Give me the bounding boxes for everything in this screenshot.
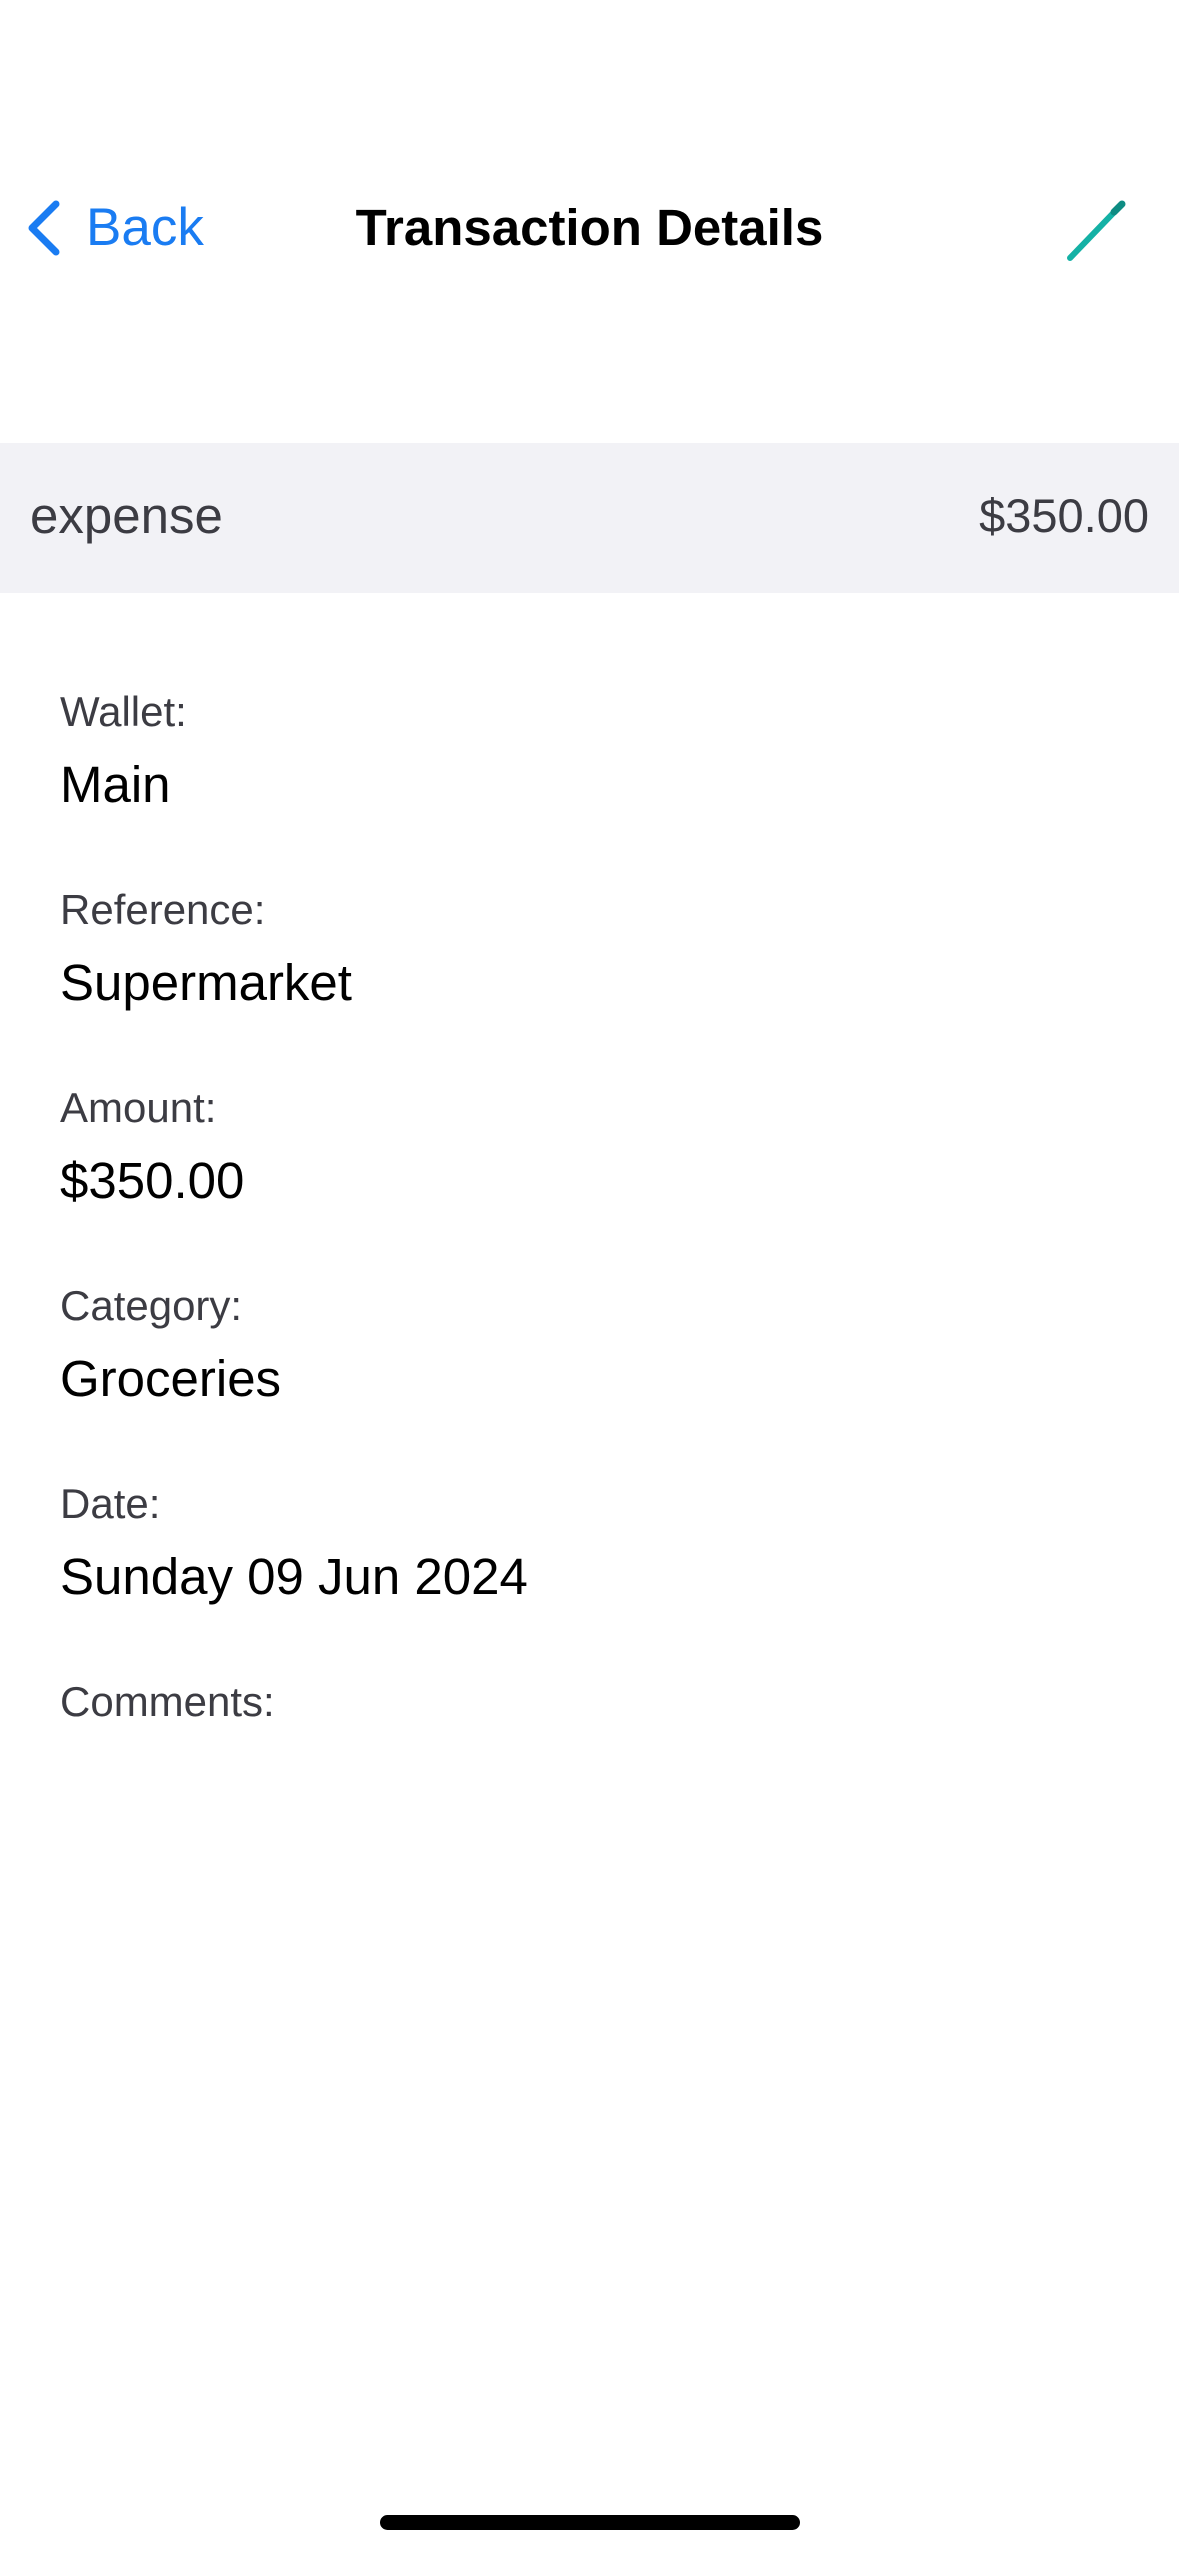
field-label: Category: — [60, 1282, 243, 1329]
amount-field: Amount: $350.00 — [60, 1078, 528, 1276]
transaction-details: Wallet: Main Reference: Supermarket Amou… — [60, 682, 528, 1870]
wallet-field: Wallet: Main — [60, 682, 528, 880]
comments-field: Comments: — [60, 1672, 528, 1870]
transaction-total: $350.00 — [979, 489, 1149, 542]
field-label: Reference: — [60, 886, 266, 933]
transaction-summary: expense $350.00 — [0, 443, 1179, 593]
pencil-icon — [1060, 200, 1132, 270]
field-label: Wallet: — [60, 688, 187, 735]
field-label: Date: — [60, 1480, 161, 1527]
field-value: Groceries — [60, 1350, 282, 1407]
edit-button[interactable] — [1060, 194, 1132, 266]
page-title: Transaction Details — [355, 199, 824, 256]
category-field: Category: Groceries — [60, 1276, 528, 1474]
field-value: Main — [60, 756, 171, 813]
transaction-type: expense — [30, 487, 223, 544]
navigation-bar: Back Transaction Details — [0, 160, 1179, 295]
date-field: Date: Sunday 09 Jun 2024 — [60, 1474, 528, 1672]
field-label: Amount: — [60, 1084, 217, 1131]
field-value: $350.00 — [60, 1152, 245, 1209]
home-indicator[interactable] — [380, 2515, 800, 2530]
field-label: Comments: — [60, 1678, 275, 1725]
field-value: Sunday 09 Jun 2024 — [60, 1548, 528, 1605]
field-value: Supermarket — [60, 954, 352, 1011]
reference-field: Reference: Supermarket — [60, 880, 528, 1078]
